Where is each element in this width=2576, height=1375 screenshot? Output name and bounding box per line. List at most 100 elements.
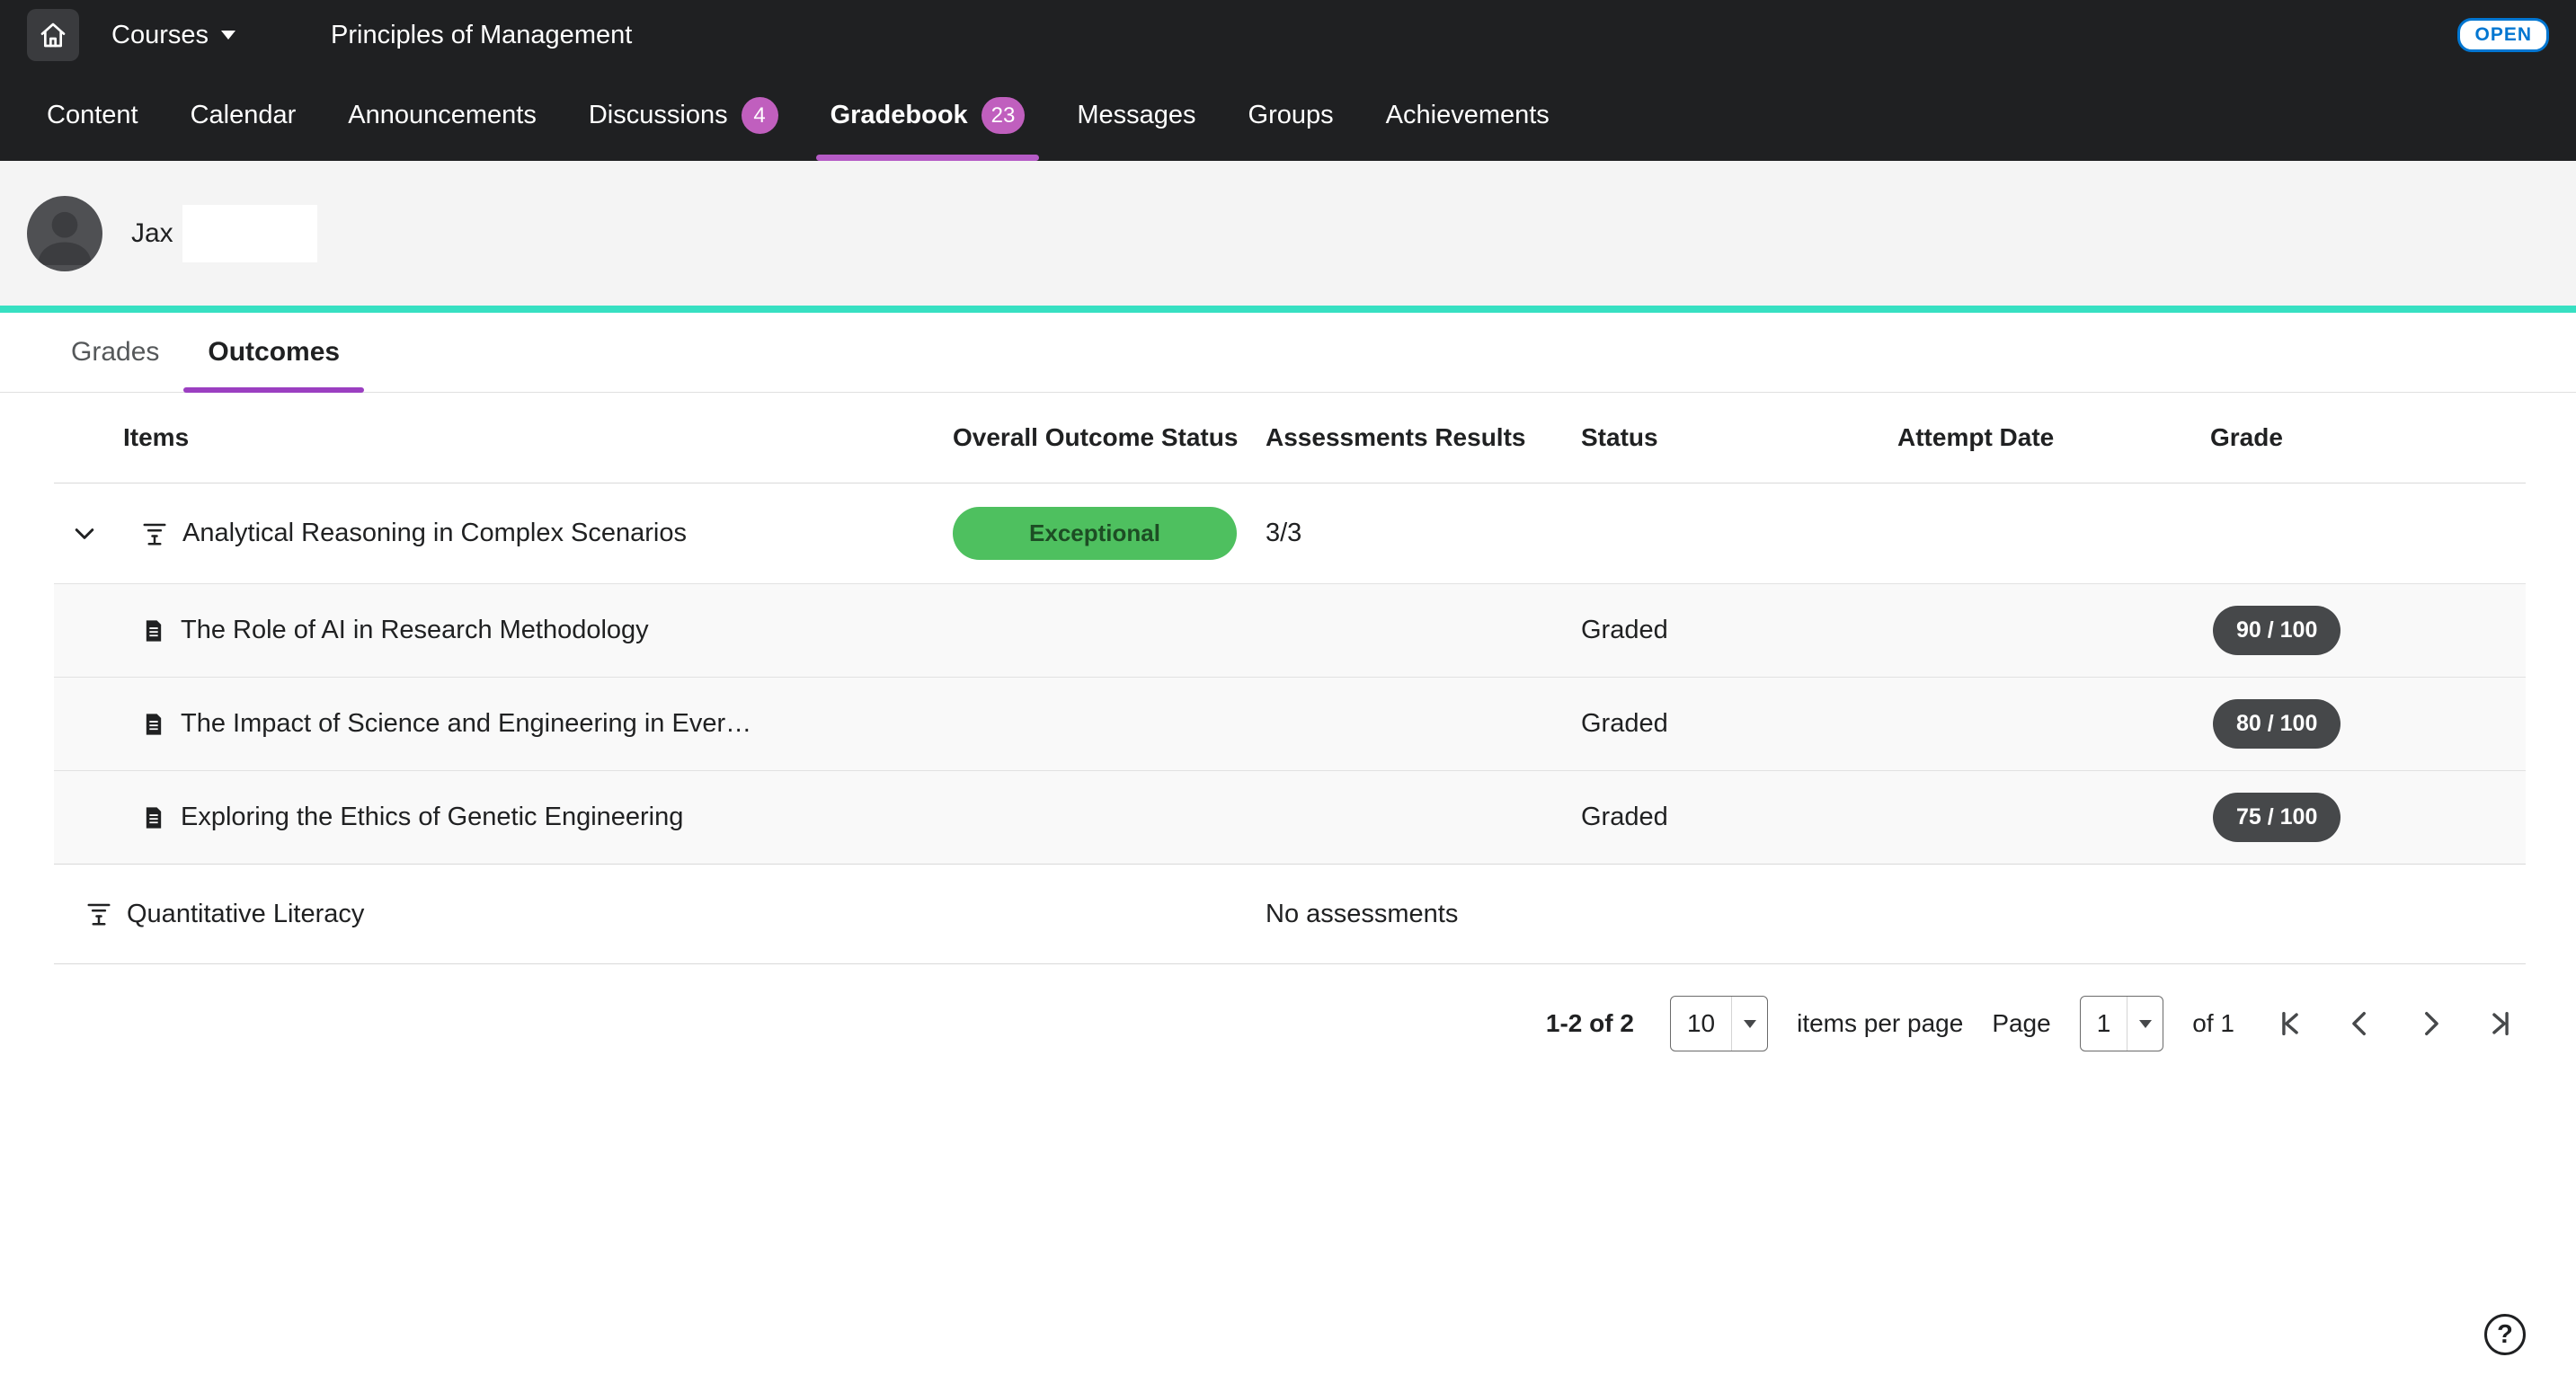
nav-item-messages[interactable]: Messages — [1062, 70, 1210, 161]
status-cell: Graded — [1581, 803, 1897, 832]
caret-down-icon — [1731, 997, 1767, 1051]
page-number-value: 1 — [2081, 1009, 2127, 1038]
nav-label: Achievements — [1386, 101, 1550, 130]
outcome-row: Quantitative Literacy No assessments — [54, 864, 2526, 964]
accent-divider — [0, 306, 2576, 313]
column-header-assessments-results: Assessments Results — [1266, 423, 1581, 452]
assessment-row: The Role of AI in Research Methodology G… — [54, 583, 2526, 677]
pagination-bar: 1-2 of 2 10 items per page Page 1 of 1 — [54, 964, 2526, 1060]
nav-item-announcements[interactable]: Announcements — [333, 70, 551, 161]
home-button[interactable] — [27, 9, 79, 61]
home-icon — [39, 21, 67, 49]
courses-label: Courses — [111, 21, 209, 50]
grade-pill: 75 / 100 — [2213, 793, 2341, 842]
outcome-funnel-icon — [141, 520, 168, 547]
grade-cell: 80 / 100 — [2210, 699, 2526, 749]
outcome-item-cell: Analytical Reasoning in Complex Scenario… — [54, 519, 953, 549]
nav-item-content[interactable]: Content — [32, 70, 153, 161]
assessment-item-cell: Exploring the Ethics of Genetic Engineer… — [54, 803, 953, 832]
items-per-page-value: 10 — [1671, 1009, 1731, 1038]
assessment-item-cell: The Impact of Science and Engineering in… — [54, 709, 953, 739]
overall-status-cell: Exceptional — [953, 507, 1266, 560]
next-page-icon — [2415, 1008, 2446, 1039]
caret-down-icon — [221, 31, 235, 40]
page-of-label: of 1 — [2192, 1009, 2234, 1038]
table-header-row: Items Overall Outcome Status Assessments… — [54, 393, 2526, 483]
help-button[interactable]: ? — [2484, 1314, 2526, 1355]
next-page-button[interactable] — [2405, 998, 2456, 1049]
assessment-title: The Impact of Science and Engineering in… — [181, 709, 751, 739]
redacted-name-box — [182, 205, 317, 262]
outcomes-table: Items Overall Outcome Status Assessments… — [54, 393, 2526, 964]
collapse-outcome-button[interactable] — [69, 519, 100, 549]
column-header-items: Items — [54, 423, 953, 452]
assessments-results-cell: No assessments — [1266, 900, 1581, 929]
status-cell: Graded — [1581, 616, 1897, 645]
top-bar: Courses Principles of Management OPEN — [0, 0, 2576, 70]
page-number-select[interactable]: 1 — [2080, 996, 2164, 1051]
outcome-title: Quantitative Literacy — [127, 900, 364, 929]
status-cell: Graded — [1581, 709, 1897, 739]
nav-label: Discussions — [589, 101, 728, 130]
avatar — [27, 196, 102, 271]
courses-dropdown[interactable]: Courses — [111, 21, 235, 50]
status-pill-exceptional: Exceptional — [953, 507, 1237, 560]
caret-down-icon — [2127, 997, 2163, 1051]
assessment-row: The Impact of Science and Engineering in… — [54, 677, 2526, 770]
page-label: Page — [1992, 1009, 2050, 1038]
student-header: Jax — [0, 161, 2576, 306]
assessment-row: Exploring the Ethics of Genetic Engineer… — [54, 770, 2526, 864]
first-page-button[interactable] — [2265, 998, 2315, 1049]
column-header-grade: Grade — [2210, 423, 2526, 452]
nav-item-groups[interactable]: Groups — [1234, 70, 1348, 161]
assessments-results-cell: 3/3 — [1266, 519, 1581, 548]
open-status-badge: OPEN — [2457, 18, 2549, 52]
gradebook-outcomes-page: Courses Principles of Management OPEN Co… — [0, 0, 2576, 1375]
grade-pill: 90 / 100 — [2213, 606, 2341, 655]
gradebook-tabs: Grades Outcomes — [0, 313, 2576, 393]
last-page-button[interactable] — [2475, 998, 2526, 1049]
items-per-page-label: items per page — [1797, 1009, 1963, 1038]
person-icon — [27, 196, 102, 271]
tab-label: Outcomes — [208, 337, 340, 368]
course-navbar: Content Calendar Announcements Discussio… — [0, 70, 2576, 161]
previous-page-button[interactable] — [2335, 998, 2385, 1049]
nav-item-calendar[interactable]: Calendar — [176, 70, 311, 161]
column-header-status: Status — [1581, 423, 1897, 452]
tab-outcomes[interactable]: Outcomes — [183, 313, 364, 392]
document-icon — [141, 805, 166, 830]
outcome-row: Analytical Reasoning in Complex Scenario… — [54, 483, 2526, 583]
column-header-overall-status: Overall Outcome Status — [953, 423, 1266, 452]
column-header-attempt-date: Attempt Date — [1897, 423, 2210, 452]
items-per-page-select[interactable]: 10 — [1670, 996, 1768, 1051]
assessment-title: The Role of AI in Research Methodology — [181, 616, 649, 645]
nav-item-achievements[interactable]: Achievements — [1372, 70, 1564, 161]
gradebook-count-badge: 23 — [982, 97, 1026, 134]
tab-grades[interactable]: Grades — [47, 313, 183, 392]
discussions-count-badge: 4 — [742, 97, 778, 134]
grade-cell: 75 / 100 — [2210, 793, 2526, 842]
student-name: Jax — [131, 218, 173, 249]
pager-buttons — [2265, 998, 2526, 1049]
pagination-range: 1-2 of 2 — [1546, 1009, 1634, 1038]
document-icon — [141, 618, 166, 643]
previous-page-icon — [2345, 1008, 2376, 1039]
chevron-down-icon — [71, 520, 98, 547]
question-mark-icon: ? — [2497, 1320, 2513, 1350]
nav-item-gradebook[interactable]: Gradebook 23 — [816, 70, 1040, 161]
first-page-icon — [2275, 1008, 2305, 1039]
course-title: Principles of Management — [331, 21, 632, 50]
nav-item-discussions[interactable]: Discussions 4 — [574, 70, 793, 161]
nav-label: Gradebook — [831, 101, 968, 130]
outcome-title: Analytical Reasoning in Complex Scenario… — [182, 519, 687, 548]
outcome-funnel-icon — [85, 900, 112, 927]
outcome-item-cell: Quantitative Literacy — [54, 900, 953, 929]
last-page-icon — [2485, 1008, 2516, 1039]
nav-label: Calendar — [191, 101, 297, 130]
assessment-title: Exploring the Ethics of Genetic Engineer… — [181, 803, 683, 832]
nav-label: Content — [47, 101, 138, 130]
grade-pill: 80 / 100 — [2213, 699, 2341, 749]
grade-cell: 90 / 100 — [2210, 606, 2526, 655]
tab-label: Grades — [71, 337, 159, 368]
document-icon — [141, 712, 166, 737]
